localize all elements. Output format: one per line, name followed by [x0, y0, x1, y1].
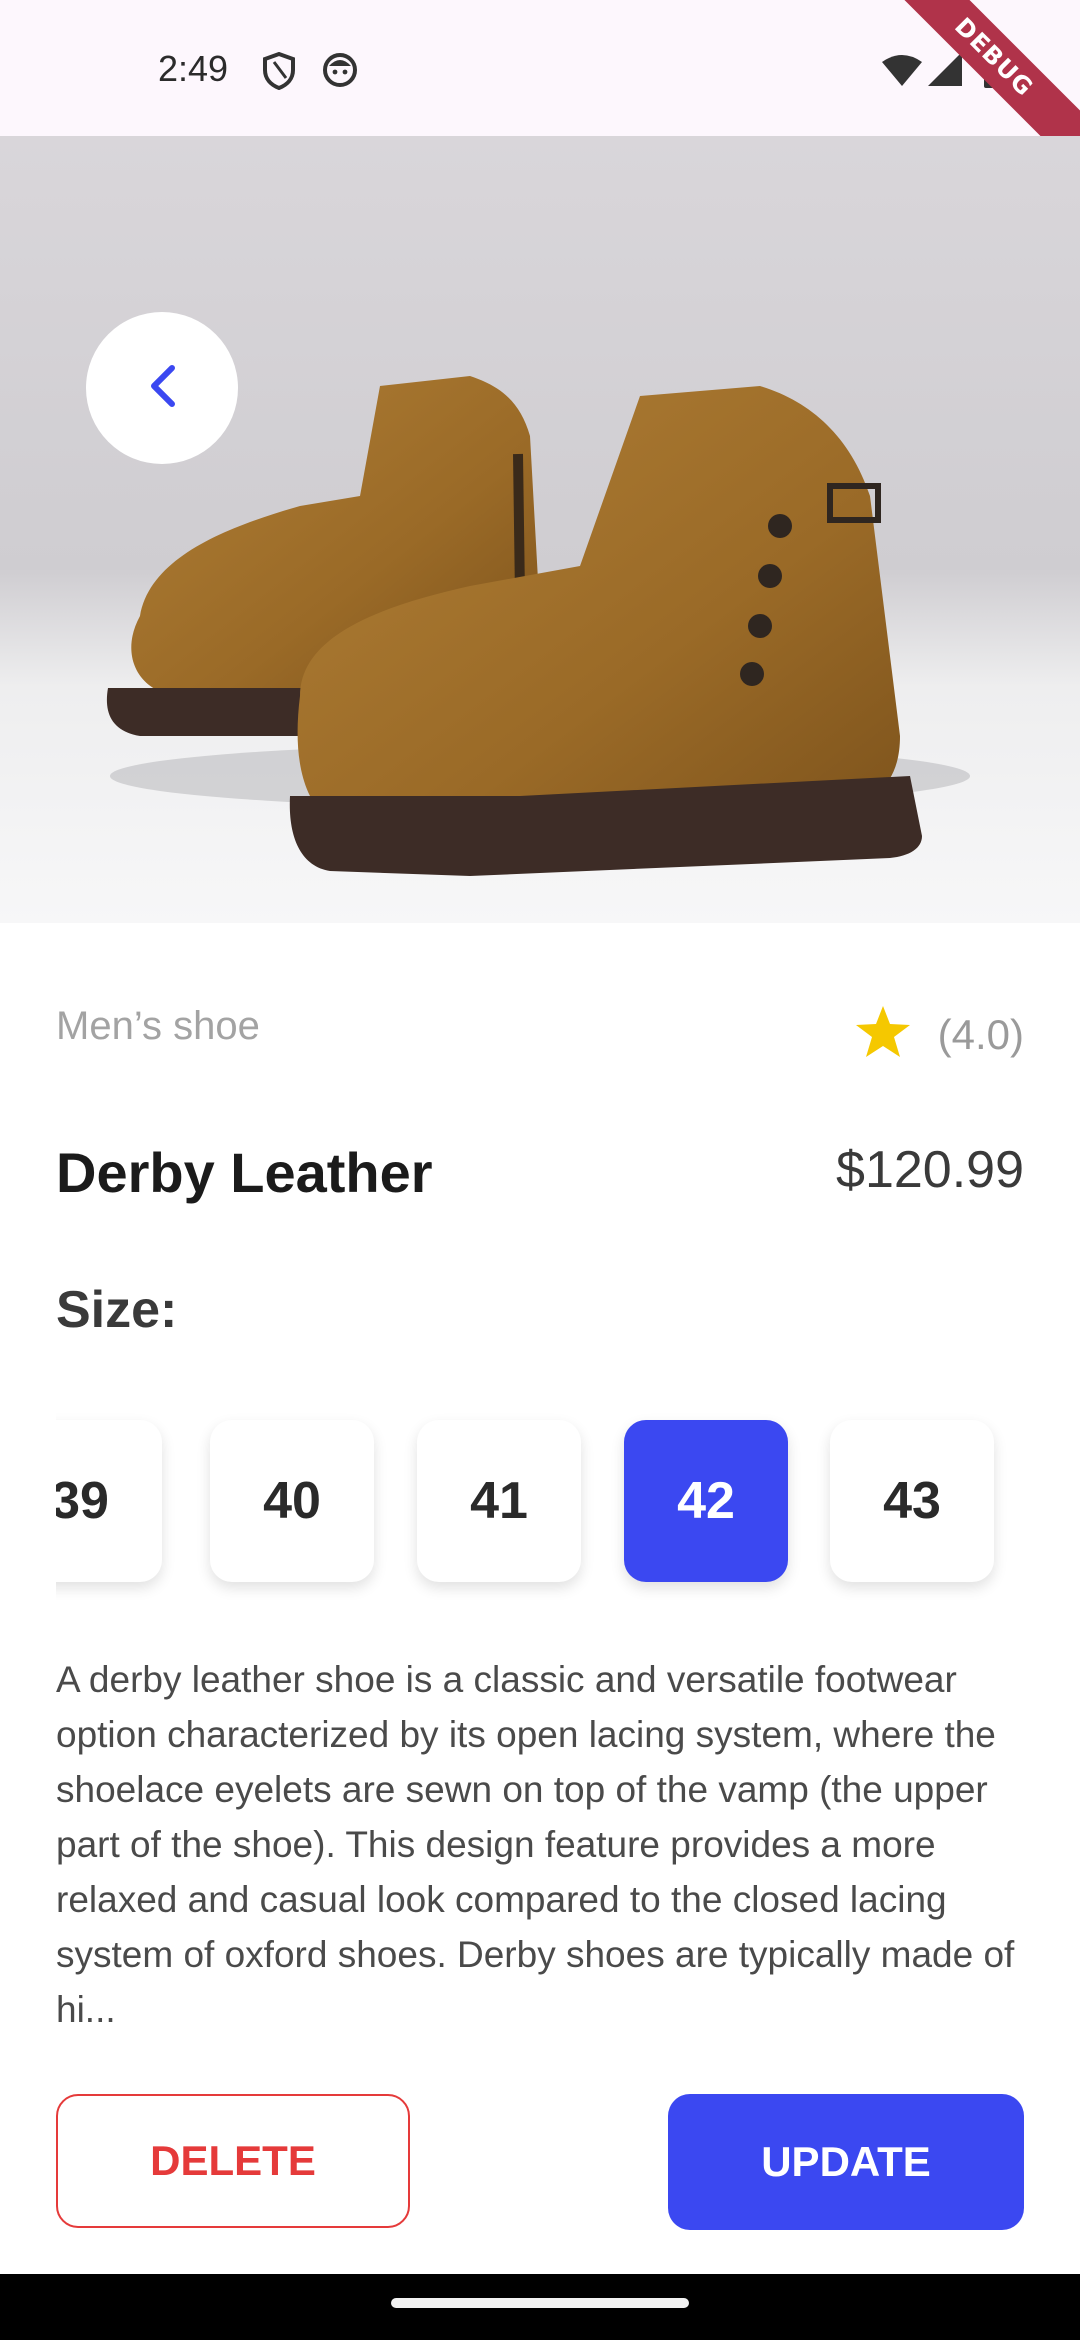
product-image — [0, 136, 1080, 923]
chevron-left-icon — [146, 364, 178, 413]
status-time: 2:49 — [158, 48, 229, 89]
shield-icon — [262, 51, 296, 95]
delete-button[interactable]: DELETE — [56, 2094, 410, 2228]
size-option-43[interactable]: 43 — [830, 1420, 994, 1582]
product-description: A derby leather shoe is a classic and ve… — [56, 1659, 1015, 2030]
size-option-40[interactable]: 40 — [210, 1420, 374, 1582]
wifi-icon — [882, 54, 922, 91]
home-gesture-handle[interactable] — [391, 2298, 689, 2308]
size-selector[interactable]: 39 40 41 42 43 — [56, 1400, 1024, 1600]
back-button[interactable] — [86, 312, 238, 464]
update-button[interactable]: UPDATE — [668, 2094, 1024, 2230]
signal-icon — [928, 52, 962, 91]
star-icon — [854, 1004, 912, 1065]
size-option-41[interactable]: 41 — [417, 1420, 581, 1582]
rating-value: (4.0) — [937, 1010, 1024, 1058]
size-option-39[interactable]: 39 — [56, 1420, 162, 1582]
size-option-42[interactable]: 42 — [624, 1420, 788, 1582]
product-category: Men’s shoe — [56, 1004, 260, 1048]
boots-illustration — [106, 376, 970, 876]
face-icon — [322, 52, 358, 93]
status-bar: 2:49 DEBUG — [0, 0, 1080, 180]
product-price: $120.99 — [836, 1141, 1024, 1199]
product-name: Derby Leather — [56, 1141, 433, 1204]
size-label: Size: — [56, 1281, 178, 1339]
product-rating: (4.0) — [854, 1004, 1024, 1065]
